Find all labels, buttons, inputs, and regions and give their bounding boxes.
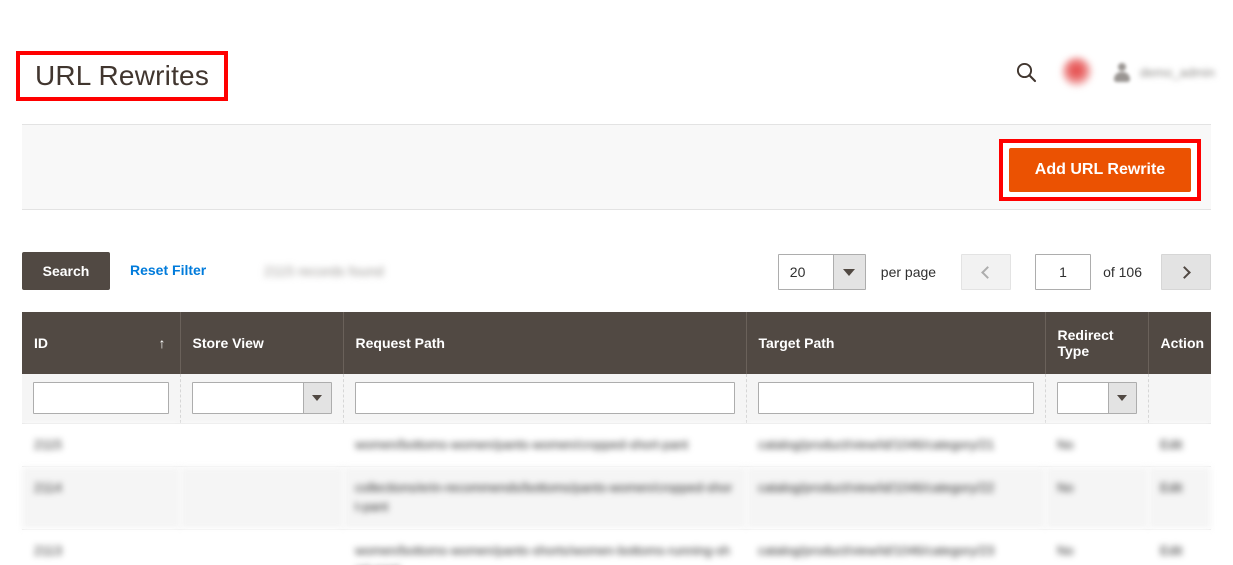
- per-page-value: 20: [789, 264, 806, 280]
- column-header-action: Action: [1148, 312, 1211, 374]
- reset-filter-link[interactable]: Reset Filter: [130, 262, 206, 278]
- filter-redirect-type-select[interactable]: [1056, 382, 1137, 415]
- cell-target-path: catalog/product/view/id/1046/category/23: [746, 529, 1045, 565]
- column-header-request-path[interactable]: Request Path: [343, 312, 747, 374]
- search-button[interactable]: Search: [22, 252, 110, 290]
- edit-link[interactable]: Edit: [1148, 423, 1211, 468]
- table-row[interactable]: 2115 women/bottoms-women/pants-women/cro…: [22, 423, 1211, 468]
- page-actions-toolbar: Add URL Rewrite: [22, 124, 1211, 210]
- search-icon[interactable]: [1012, 58, 1040, 86]
- cell-id: 2115: [22, 423, 180, 468]
- current-page-input[interactable]: [1035, 254, 1092, 290]
- column-header-id-label: ID: [34, 335, 48, 351]
- per-page-label: per page: [880, 264, 937, 280]
- grid-filter-section: [22, 374, 1211, 424]
- column-header-target-path-label: Target Path: [758, 335, 835, 351]
- filter-cell-target-path: [746, 374, 1046, 424]
- chevron-left-icon: [981, 265, 994, 279]
- filter-cell-request-path: [343, 374, 747, 424]
- chevron-down-icon: [1107, 383, 1136, 414]
- chevron-right-icon: [1178, 265, 1191, 279]
- cell-store-view: [180, 529, 343, 565]
- filter-request-path-input[interactable]: [354, 382, 735, 415]
- column-header-redirect-type-label: Redirect Type: [1057, 327, 1114, 359]
- cell-store-view: [180, 423, 343, 468]
- table-row[interactable]: 2113 women/bottoms-women/pants-shorts/wo…: [22, 529, 1211, 565]
- filter-cell-id: [22, 374, 181, 424]
- header-actions: demo_admin: [1012, 50, 1215, 94]
- chevron-down-icon: [302, 383, 331, 414]
- column-header-store-view-label: Store View: [192, 335, 264, 351]
- page-title: URL Rewrites: [34, 60, 210, 91]
- records-found-count: 2115 records found: [264, 263, 384, 279]
- table-row[interactable]: 2114 collections/erin-recommends/bottoms…: [22, 466, 1211, 531]
- column-header-store-view[interactable]: Store View: [180, 312, 344, 374]
- filter-target-path-input[interactable]: [757, 382, 1034, 415]
- cell-request-path: women/bottoms-women/pants-women/cropped-…: [343, 423, 746, 468]
- cell-request-path: collections/erin-recommends/bottoms/pant…: [343, 466, 746, 531]
- grid-header-row: ID ↑ Store View Request Path Target Path…: [22, 312, 1211, 374]
- chevron-down-icon: [832, 255, 865, 289]
- url-rewrites-grid: ID ↑ Store View Request Path Target Path…: [22, 312, 1211, 565]
- cell-store-view: [180, 466, 343, 531]
- pager: 20 per page of 106: [777, 252, 1211, 292]
- notification-bell-badge-icon[interactable]: [1061, 57, 1092, 87]
- filter-cell-store-view: [180, 374, 344, 424]
- url-rewrites-page: URL Rewrites demo_admin Add URL Rewrite …: [0, 0, 1233, 565]
- cell-target-path: catalog/product/view/id/1046/category/22: [746, 466, 1045, 531]
- column-header-redirect-type[interactable]: Redirect Type: [1045, 312, 1149, 374]
- filter-cell-redirect-type: [1045, 374, 1149, 424]
- cell-request-path: women/bottoms-women/pants-shorts/women-b…: [343, 529, 746, 565]
- column-header-action-label: Action: [1160, 335, 1205, 351]
- grid-toolbar: Search Reset Filter 2115 records found 2…: [22, 252, 1211, 292]
- per-page-select[interactable]: 20: [777, 254, 866, 290]
- total-pages-label: of 106: [1103, 264, 1142, 280]
- edit-link[interactable]: Edit: [1148, 466, 1211, 531]
- next-page-button[interactable]: [1161, 254, 1211, 290]
- cell-id: 2113: [22, 529, 180, 565]
- grid-body: 2115 women/bottoms-women/pants-women/cro…: [22, 423, 1211, 565]
- user-avatar-icon: [1114, 62, 1131, 82]
- cell-redirect-type: No: [1045, 423, 1148, 468]
- previous-page-button[interactable]: [961, 254, 1012, 290]
- add-url-rewrite-button[interactable]: Add URL Rewrite: [1009, 148, 1191, 192]
- account-menu[interactable]: demo_admin: [1114, 62, 1215, 82]
- edit-link[interactable]: Edit: [1148, 529, 1211, 565]
- cell-id: 2114: [22, 466, 180, 531]
- filter-id-input[interactable]: [33, 382, 169, 415]
- grid-filter-row: [22, 374, 1211, 424]
- column-header-id[interactable]: ID ↑: [22, 312, 181, 374]
- filter-store-view-select[interactable]: [191, 382, 332, 415]
- filter-cell-action: [1148, 374, 1211, 424]
- add-url-rewrite-highlight: Add URL Rewrite: [999, 139, 1201, 201]
- cell-target-path: catalog/product/view/id/1046/category/21: [746, 423, 1045, 468]
- column-header-request-path-label: Request Path: [355, 335, 445, 351]
- account-name: demo_admin: [1139, 64, 1215, 80]
- page-header: URL Rewrites demo_admin: [0, 0, 1233, 124]
- sort-ascending-icon: ↑: [158, 335, 166, 351]
- column-header-target-path[interactable]: Target Path: [746, 312, 1046, 374]
- cell-redirect-type: No: [1045, 466, 1148, 531]
- page-title-highlight: URL Rewrites: [16, 51, 228, 101]
- cell-redirect-type: No: [1045, 529, 1148, 565]
- grid-header: ID ↑ Store View Request Path Target Path…: [22, 312, 1211, 374]
